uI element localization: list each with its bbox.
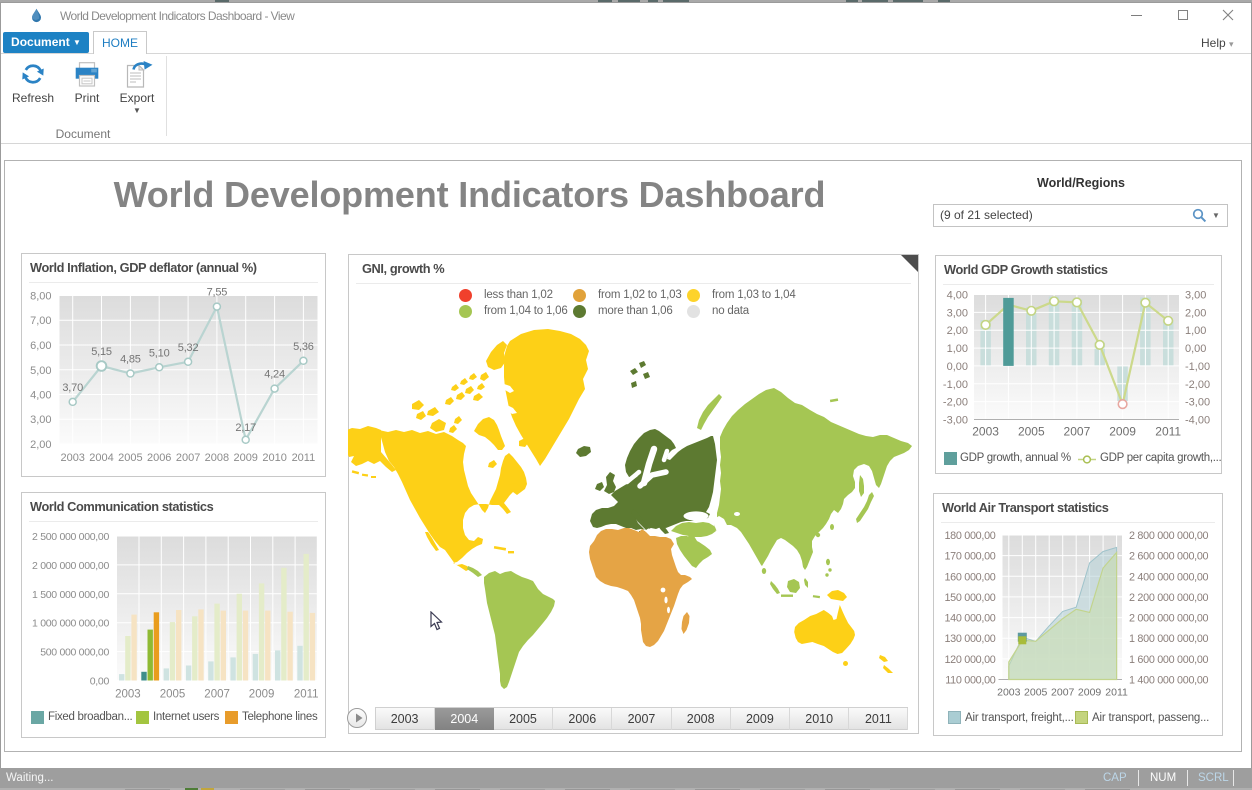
svg-text:2010: 2010 [262, 452, 286, 464]
svg-text:3,70: 3,70 [62, 382, 83, 394]
svg-text:5,36: 5,36 [293, 341, 314, 353]
svg-text:-2,00: -2,00 [1185, 379, 1210, 391]
svg-text:-4,00: -4,00 [1185, 415, 1210, 427]
svg-text:2009: 2009 [1078, 687, 1102, 699]
svg-text:0,00: 0,00 [1185, 343, 1206, 355]
svg-text:2,00: 2,00 [1185, 307, 1206, 319]
svg-text:2 400 000 000,00: 2 400 000 000,00 [1129, 571, 1209, 583]
svg-text:2003: 2003 [997, 687, 1021, 699]
svg-text:5,10: 5,10 [149, 347, 170, 359]
svg-text:2 200 000 000,00: 2 200 000 000,00 [1129, 592, 1209, 604]
svg-text:2009: 2009 [1109, 425, 1136, 439]
svg-text:2005: 2005 [118, 452, 142, 464]
svg-text:160 000,00: 160 000,00 [944, 571, 995, 583]
svg-text:4,00: 4,00 [947, 290, 968, 302]
svg-text:-3,00: -3,00 [943, 415, 968, 427]
svg-text:3,00: 3,00 [1185, 290, 1206, 302]
svg-text:5,15: 5,15 [91, 346, 112, 358]
svg-text:2005: 2005 [1018, 425, 1045, 439]
svg-text:2 800 000 000,00: 2 800 000 000,00 [1129, 530, 1209, 542]
svg-text:1,00: 1,00 [947, 343, 968, 355]
svg-text:1 600 000 000,00: 1 600 000 000,00 [1129, 654, 1209, 666]
svg-text:3,00: 3,00 [30, 414, 51, 426]
svg-text:2008: 2008 [205, 452, 229, 464]
svg-text:2011: 2011 [292, 452, 316, 464]
svg-text:2 600 000 000,00: 2 600 000 000,00 [1129, 551, 1209, 563]
svg-text:5,00: 5,00 [30, 365, 51, 377]
svg-text:1 400 000 000,00: 1 400 000 000,00 [1129, 675, 1209, 687]
svg-text:-3,00: -3,00 [1185, 397, 1210, 409]
svg-text:8,00: 8,00 [30, 291, 51, 303]
svg-text:110 000,00: 110 000,00 [945, 675, 996, 687]
svg-text:6,00: 6,00 [30, 340, 51, 352]
svg-text:2 000 000 000,00: 2 000 000 000,00 [1129, 613, 1209, 625]
svg-text:2011: 2011 [294, 689, 319, 701]
svg-text:500 000 000,00: 500 000 000,00 [40, 647, 109, 659]
svg-text:2 000 000 000,00: 2 000 000 000,00 [32, 560, 109, 572]
svg-text:4,85: 4,85 [120, 354, 141, 366]
svg-text:4,24: 4,24 [264, 369, 285, 381]
svg-text:-2,00: -2,00 [943, 397, 968, 409]
svg-text:130 000,00: 130 000,00 [944, 633, 995, 645]
svg-text:0,00: 0,00 [947, 361, 968, 373]
svg-text:2007: 2007 [176, 452, 200, 464]
svg-text:2,00: 2,00 [30, 439, 51, 451]
svg-text:2005: 2005 [1024, 687, 1048, 699]
svg-text:2006: 2006 [147, 452, 171, 464]
svg-text:-1,00: -1,00 [1185, 361, 1210, 373]
svg-text:2005: 2005 [160, 689, 186, 701]
svg-text:2009: 2009 [249, 689, 275, 701]
svg-text:4,00: 4,00 [30, 390, 51, 402]
svg-text:2003: 2003 [60, 452, 84, 464]
svg-text:2011: 2011 [1155, 425, 1181, 439]
svg-text:2,00: 2,00 [947, 325, 968, 337]
svg-text:150 000,00: 150 000,00 [944, 592, 995, 604]
svg-text:7,00: 7,00 [30, 315, 51, 327]
svg-text:1 800 000 000,00: 1 800 000 000,00 [1129, 633, 1209, 645]
svg-text:7,55: 7,55 [207, 287, 228, 299]
svg-text:2007: 2007 [1064, 425, 1091, 439]
svg-text:180 000,00: 180 000,00 [944, 530, 995, 542]
svg-text:0,00: 0,00 [90, 676, 110, 688]
svg-text:2007: 2007 [204, 689, 230, 701]
svg-text:2003: 2003 [972, 425, 999, 439]
svg-text:2011: 2011 [1105, 687, 1128, 699]
svg-text:-1,00: -1,00 [943, 379, 968, 391]
svg-text:1,00: 1,00 [1185, 325, 1206, 337]
svg-text:2,17: 2,17 [235, 422, 256, 434]
svg-text:3,00: 3,00 [947, 307, 968, 319]
svg-text:2003: 2003 [115, 689, 141, 701]
svg-text:2009: 2009 [233, 452, 257, 464]
svg-text:120 000,00: 120 000,00 [944, 654, 995, 666]
svg-text:1 500 000 000,00: 1 500 000 000,00 [32, 589, 109, 601]
svg-text:170 000,00: 170 000,00 [944, 551, 995, 563]
svg-text:140 000,00: 140 000,00 [944, 613, 995, 625]
svg-text:1 000 000 000,00: 1 000 000 000,00 [32, 618, 109, 630]
svg-text:5,32: 5,32 [178, 342, 199, 354]
svg-text:2004: 2004 [89, 452, 113, 464]
svg-text:2007: 2007 [1051, 687, 1075, 699]
svg-text:2 500 000 000,00: 2 500 000 000,00 [32, 531, 109, 543]
